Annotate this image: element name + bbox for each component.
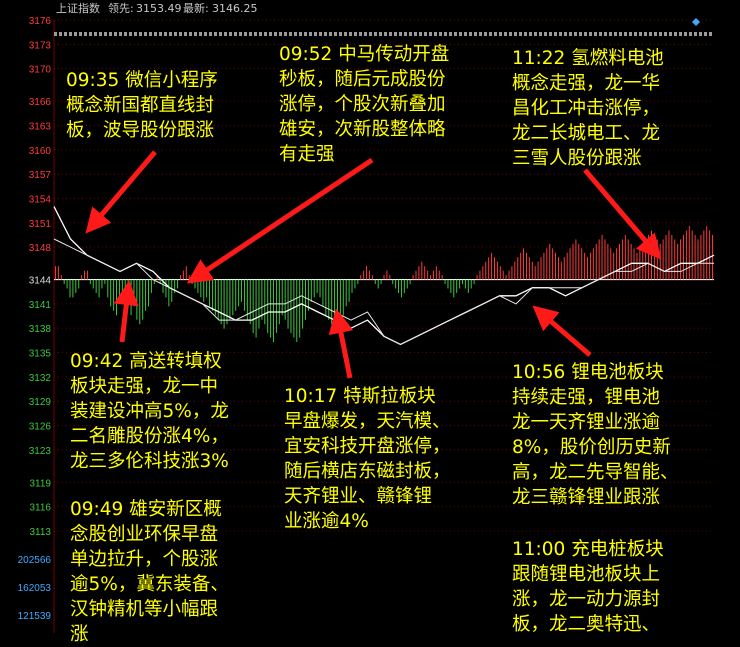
lead-value: 3153.49 <box>136 2 182 15</box>
annotation-line: 11:00 充电桩板块 <box>512 539 664 560</box>
annotation-line: 板块走强，龙一中 <box>70 376 219 397</box>
y-tick-label: 3151 <box>29 219 52 230</box>
y-tick-label: 3160 <box>29 146 52 157</box>
annotation-line: 随后横店东磁封板， <box>284 461 451 482</box>
annotation-line: 逾5%，冀东装备、 <box>70 574 229 595</box>
annotation-line: 涨，龙一动力源封 <box>512 589 661 610</box>
annotation-line: 三雪人股份跟涨 <box>512 148 642 169</box>
volume-axis-labels: 202566 162053 121539 <box>18 555 52 622</box>
annotation-line: 概念新国都直线封 <box>66 95 215 116</box>
average-price-line <box>53 238 714 345</box>
latest-label: 最新: <box>183 2 209 15</box>
annotation-line: 龙一天齐锂业涨逾 <box>512 412 661 433</box>
annotation-0935-wechat: 09:35 微信小程序 概念新国都直线封 板，波导股份跟涨 <box>66 68 218 143</box>
callout-arrow <box>85 150 157 234</box>
annotation-line: 天齐锂业、赣锋锂 <box>284 486 433 507</box>
y-tick-label: 3138 <box>29 324 52 335</box>
annotation-line: 昌化工冲击涨停， <box>512 98 661 119</box>
y-tick-label: 3173 <box>29 40 52 51</box>
y-tick-label: 3126 <box>29 422 52 433</box>
annotation-1017-tesla: 10:17 特斯拉板块 早盘爆发，天汽模、 宜安科技开盘涨停， 随后横店东磁封板… <box>284 384 451 534</box>
y-tick-label: 3170 <box>29 65 52 76</box>
top-dotted-bar <box>54 18 714 36</box>
annotation-line: 09:42 高送转填权 <box>70 351 222 372</box>
annotation-line: 龙二长城电工、龙 <box>512 123 661 144</box>
callout-arrow <box>583 168 662 260</box>
volume-tick-label: 121539 <box>18 611 52 622</box>
annotation-line: 龙三赣锋锂业跟涨 <box>512 487 661 508</box>
annotation-1122-hydrogen: 11:22 氢燃料电池 概念走强，龙一华 昌化工冲击涨停， 龙二长城电工、龙 三… <box>512 46 664 171</box>
annotation-line: 单边拉升，个股涨 <box>70 549 219 570</box>
y-tick-label: 3123 <box>29 446 52 457</box>
annotation-line: 板，波导股份跟涨 <box>66 120 215 141</box>
volume-tick-label: 202566 <box>18 555 52 566</box>
annotation-line: 二名雕股份涨4%， <box>70 426 229 447</box>
annotation-line: 09:49 雄安新区概 <box>70 499 222 520</box>
y-tick-label: 3129 <box>29 397 52 408</box>
annotation-0942-high-dividend: 09:42 高送转填权 板块走强，龙一中 装建设冲高5%，龙 二名雕股份涨4%，… <box>70 349 229 474</box>
y-tick-label: 3135 <box>29 349 52 360</box>
y-tick-label: 3119 <box>29 478 51 489</box>
annotation-line: 跟随锂电池板块上 <box>512 564 661 585</box>
y-tick-label: 3132 <box>29 373 52 384</box>
callout-arrow <box>186 157 374 284</box>
y-tick-label: 3166 <box>29 97 52 108</box>
y-tick-label: 3148 <box>29 243 52 254</box>
annotation-line: 10:17 特斯拉板块 <box>284 386 436 407</box>
callout-arrow <box>113 280 139 343</box>
annotation-line: 业涨逾4% <box>284 511 369 532</box>
annotation-line: 涨 <box>70 624 89 645</box>
annotation-line: 持续走强，锂电池 <box>512 387 661 408</box>
annotation-line: 宜安科技开盘涨停， <box>284 436 451 457</box>
annotation-line: 8%，股价创历史新 <box>512 437 671 458</box>
chart-header: 上证指数 领先: 3153.49 最新: 3146.25 <box>0 0 740 18</box>
annotation-line: 龙三多伦科技涨3% <box>70 451 229 472</box>
y-tick-label: 3116 <box>29 503 51 514</box>
annotation-line: 涨停，个股次新叠加 <box>279 94 446 115</box>
annotation-0949-xiongan: 09:49 雄安新区概 念股创业环保早盘 单边拉升，个股涨 逾5%，冀东装备、 … <box>70 497 229 647</box>
annotation-line: 板，龙二奥特迅、 <box>512 614 661 635</box>
y-tick-label: 3154 <box>29 194 52 205</box>
annotation-0952-new-stocks: 09:52 中马传动开盘 秒板，随后元成股份 涨停，个股次新叠加 雄安，次新股整… <box>279 42 449 167</box>
annotation-line: 汉钟精机等小幅跟 <box>70 599 219 620</box>
y-tick-label: 3144 <box>29 276 52 287</box>
y-tick-label: 3141 <box>29 300 52 311</box>
breadth-bars <box>54 226 714 343</box>
y-tick-label: 3113 <box>29 527 51 538</box>
annotation-line: 09:35 微信小程序 <box>66 70 218 91</box>
annotation-line: 概念走强，龙一华 <box>512 73 661 94</box>
volume-tick-label: 162053 <box>18 583 52 594</box>
annotation-1100-charging-pile: 11:00 充电桩板块 跟随锂电池板块上 涨，龙一动力源封 板，龙二奥特迅、 <box>512 537 664 637</box>
y-tick-label: 3163 <box>29 121 52 132</box>
annotation-line: 10:56 锂电池板块 <box>512 362 664 383</box>
lead-label: 领先: <box>108 2 134 15</box>
annotation-line: 念股创业环保早盘 <box>70 524 219 545</box>
annotation-line: 有走强 <box>279 144 335 165</box>
annotation-line: 雄安，次新股整体略 <box>279 119 446 140</box>
annotation-line: 装建设冲高5%，龙 <box>70 401 229 422</box>
annotation-line: 早盘爆发，天汽模、 <box>284 411 451 432</box>
y-axis-labels: 3176317331703166316331603157315431513148… <box>29 16 52 538</box>
annotation-1056-lithium: 10:56 锂电池板块 持续走强，锂电池 龙一天齐锂业涨逾 8%，股价创历史新 … <box>512 360 679 510</box>
annotation-line: 11:22 氢燃料电池 <box>512 48 664 69</box>
annotation-line: 高，龙二先导智能、 <box>512 462 679 483</box>
callout-arrow <box>532 305 592 357</box>
y-tick-label: 3157 <box>29 170 52 181</box>
diamond-marker-icon <box>692 18 700 26</box>
annotation-line: 秒板，随后元成股份 <box>279 69 446 90</box>
index-title: 上证指数 <box>56 2 100 15</box>
annotation-line: 09:52 中马传动开盘 <box>279 44 450 65</box>
latest-value: 3146.25 <box>212 2 258 15</box>
